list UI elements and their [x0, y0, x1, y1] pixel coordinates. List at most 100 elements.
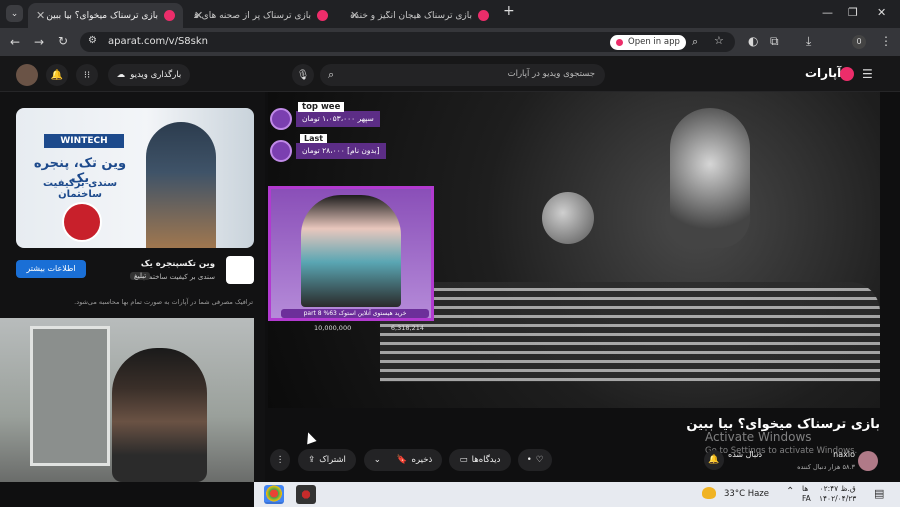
menu-dots-icon[interactable]: ⋮ — [880, 34, 892, 48]
chrome-taskbar-icon[interactable] — [264, 485, 284, 504]
goal-total: 10,000,000 — [314, 324, 352, 332]
like-count: • — [526, 455, 532, 465]
incognito-icon[interactable]: ◐ — [748, 34, 758, 48]
bell-icon: 🔔 — [708, 455, 720, 465]
share-button[interactable]: اشتراک ⇪ — [298, 449, 356, 471]
ad-more-info-button[interactable]: اطلاعات بیشتر — [16, 260, 86, 278]
url-text: aparat.com/v/S8skn — [108, 36, 209, 47]
wintech-seal-icon — [62, 202, 102, 242]
site-header: 🔔 ⁝⁝ بارگذاری ویدیو ☁ 🎙 ⌕ جستجوی ویدیو د… — [0, 56, 900, 92]
share-icon: ⇪ — [308, 455, 316, 465]
video-scene-cushion — [380, 282, 880, 382]
heart-icon: ♡ — [535, 455, 544, 465]
video-scene-ball — [542, 192, 594, 244]
channel-name[interactable]: naxio — [833, 450, 855, 459]
back-icon[interactable]: ← — [10, 35, 20, 49]
notification-center-icon[interactable]: ▤ — [874, 487, 884, 500]
voice-search-mic-icon[interactable]: 🎙 — [292, 64, 314, 86]
upload-video-button[interactable]: بارگذاری ویدیو ☁ — [108, 64, 190, 86]
tab-title: بازی ترسناک پر از صحنه های هیجا... — [194, 10, 311, 21]
activate-windows-watermark: Activate Windows — [705, 430, 812, 444]
video-scene-lamp — [670, 108, 750, 248]
like-button[interactable]: ♡ • — [518, 449, 552, 471]
download-icon[interactable]: ⤓ — [806, 34, 811, 49]
notifications-bell-icon[interactable]: 🔔 — [46, 64, 68, 86]
forward-icon[interactable]: → — [34, 35, 44, 49]
last-donor-row: [بدون نام] ۲۸،۰۰۰ تومان — [270, 140, 386, 162]
aparat-favicon-icon — [164, 10, 175, 21]
ad-brand-logo: WINTECH — [44, 134, 124, 148]
aparat-logo[interactable]: آپارات — [805, 66, 841, 80]
save-button[interactable]: ذخیره 🔖 ⌄ — [364, 449, 442, 471]
zoom-icon[interactable]: ⌕ — [692, 35, 698, 49]
ad-subline: سندی برکیفیت ساختمان — [42, 178, 118, 200]
address-bar[interactable]: ⚙ aparat.com/v/S8skn Open in app ⌕ ☆ — [80, 32, 735, 52]
streamer-camera-panel: خرید هیستوی آنلاین استوک part 8 %63 — [268, 186, 434, 321]
weather-haze-icon — [702, 487, 716, 499]
tab-search-button[interactable]: ⌄ — [6, 5, 23, 22]
reload-icon[interactable]: ↻ — [58, 34, 68, 48]
tab-3[interactable]: بازی ترسناک هیجان انگیز و خنده دا... ✕ — [342, 3, 497, 28]
close-icon[interactable]: ✕ — [350, 9, 359, 22]
ad-title[interactable]: وین تکسپنجره یک — [141, 259, 215, 269]
bookmark-star-icon[interactable]: ☆ — [714, 34, 724, 47]
webcam-person — [112, 348, 207, 482]
ad-model-figure — [146, 122, 216, 248]
crown-badge-icon — [270, 108, 292, 130]
close-icon[interactable]: ✕ — [194, 9, 203, 22]
channel-subscribers: ۵۸.۳ هزار دنبال کننده — [797, 463, 855, 471]
close-icon[interactable]: ✕ — [36, 9, 45, 22]
channel-bell-button[interactable]: 🔔 — [704, 450, 724, 470]
more-options-button[interactable]: ⋮ — [270, 449, 290, 471]
more-dots-icon: ⋮ — [275, 455, 285, 465]
tray-chevron-up-icon[interactable]: ⌃ — [786, 486, 794, 497]
hamburger-menu-icon[interactable]: ☰ — [862, 67, 873, 81]
new-tab-button[interactable]: + — [503, 3, 515, 19]
tab-2[interactable]: بازی ترسناک پر از صحنه های هیجا... ✕ — [186, 3, 336, 28]
apps-grid-icon[interactable]: ⁝⁝ — [76, 64, 98, 86]
site-info-icon[interactable]: ⚙ — [88, 35, 97, 46]
streamer-figure — [301, 195, 401, 307]
chevron-down-icon[interactable]: ⌄ — [374, 455, 381, 465]
last-donor-text: [بدون نام] ۲۸،۰۰۰ تومان — [296, 143, 386, 159]
taskbar-clock[interactable]: ق.ظ ۰۲:۴۷ ۱۴۰۲/۰۴/۲۳ — [819, 484, 856, 504]
share-label: اشتراک — [319, 455, 346, 465]
obs-taskbar-icon[interactable] — [296, 485, 316, 504]
search-input[interactable]: ⌕ جستجوی ویدیو در آپارات — [320, 64, 605, 86]
comment-icon: ▭ — [459, 455, 468, 465]
language-indicator[interactable]: ها FA — [802, 484, 811, 504]
open-in-app-button[interactable]: Open in app — [610, 35, 686, 50]
ad-traffic-note: ترافیک مصرفی شما در آپارات به صورت تمام … — [74, 298, 253, 306]
search-icon[interactable]: ⌕ — [328, 68, 334, 82]
browser-tab-strip: ⌄ بازی ترسناک میخوای؟ بیا ببین ✕ بازی تر… — [0, 0, 900, 28]
restore-button[interactable]: ❐ — [848, 6, 858, 19]
weather-text[interactable]: 33°C Haze — [724, 489, 769, 499]
ad-banner-image[interactable]: WINTECH وین تک، پنجره یک سندی برکیفیت سا… — [16, 108, 254, 248]
donation-goal-bar: خرید هیستوی آنلاین استوک part 8 %63 — [281, 309, 429, 318]
follow-button[interactable]: دنبال شده — [728, 450, 762, 470]
ad-thumbnail[interactable] — [226, 256, 254, 284]
webcam-background-window — [30, 326, 110, 466]
minimize-button[interactable]: — — [822, 6, 833, 19]
upload-label: بارگذاری ویدیو — [130, 70, 182, 80]
top-donor-text: سپهر ۱،۰۵۳،۰۰۰ تومان — [296, 111, 380, 127]
goal-current: 6,318,214 — [390, 324, 424, 332]
video-player[interactable]: سپهر ۱،۰۵۳،۰۰۰ تومان top wee [بدون نام] … — [268, 92, 880, 408]
lang-secondary: FA — [802, 494, 811, 503]
tab-title: بازی ترسناک میخوای؟ بیا ببین — [46, 10, 158, 21]
close-window-button[interactable]: ✕ — [877, 6, 886, 19]
extensions-icon[interactable]: ⧉ — [770, 34, 779, 49]
heart-badge-icon — [270, 140, 292, 162]
tab-title: بازی ترسناک هیجان انگیز و خنده دا... — [350, 10, 472, 21]
search-placeholder: جستجوی ویدیو در آپارات — [507, 69, 595, 79]
aparat-favicon-icon — [478, 10, 489, 21]
profile-badge[interactable]: 0 — [852, 35, 866, 49]
lang-primary: ها — [802, 484, 809, 493]
channel-avatar[interactable] — [858, 451, 878, 471]
tab-active[interactable]: بازی ترسناک میخوای؟ بیا ببین ✕ — [28, 3, 183, 28]
top-week-label: top wee — [298, 102, 345, 112]
comments-button[interactable]: دیدگاه‌ها ▭ — [449, 449, 511, 471]
clock-time: ق.ظ ۰۲:۴۷ — [819, 484, 856, 493]
browser-toolbar: ← → ↻ ⚙ aparat.com/v/S8skn Open in app ⌕… — [0, 28, 900, 56]
user-avatar[interactable] — [16, 64, 38, 86]
